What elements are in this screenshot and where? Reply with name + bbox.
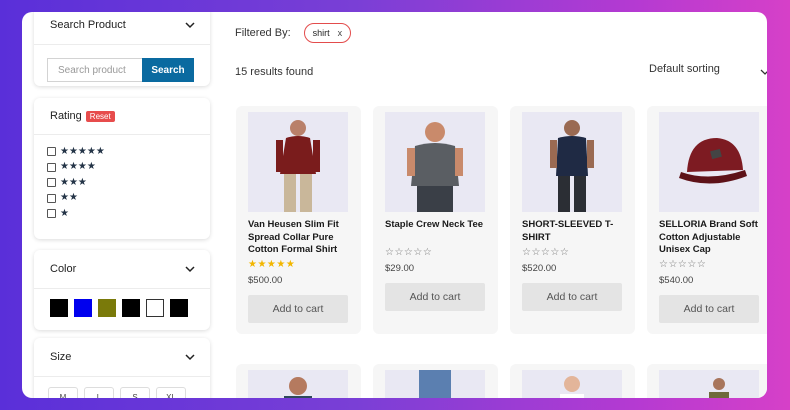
- size-options: M L S XL: [34, 377, 210, 398]
- add-to-cart-button[interactable]: Add to cart: [522, 283, 622, 311]
- product-price: $540.00: [659, 275, 694, 286]
- stars-3: ★★★: [60, 176, 87, 188]
- shop-window: Search Product Search Rating Reset ★★★★★…: [22, 12, 767, 398]
- stars-4: ★★★★: [60, 161, 96, 173]
- chevron-down-icon[interactable]: [184, 263, 196, 275]
- product-name[interactable]: SELLORIA Brand Soft Cotton Adjustable Un…: [659, 219, 767, 257]
- color-swatches: [34, 289, 210, 317]
- color-swatch[interactable]: [50, 299, 68, 317]
- product-name[interactable]: Van Heusen Slim Fit Spread Collar Pure C…: [248, 219, 360, 257]
- add-to-cart-button[interactable]: Add to cart: [248, 295, 348, 323]
- boy-portrait-image: [522, 370, 622, 398]
- checkbox[interactable]: [47, 193, 56, 203]
- rating-option-3[interactable]: ★★★: [47, 175, 210, 191]
- add-to-cart-button[interactable]: Add to cart: [385, 283, 485, 311]
- stars-2: ★★: [60, 192, 78, 204]
- stars-1: ★: [60, 207, 69, 219]
- product-image-shirt[interactable]: [248, 112, 348, 212]
- product-card[interactable]: [647, 364, 767, 398]
- color-title: Color: [50, 263, 77, 275]
- product-price: $500.00: [248, 275, 283, 286]
- jeans-image: [385, 370, 485, 398]
- size-header[interactable]: Size: [34, 338, 210, 377]
- product-image[interactable]: [522, 370, 622, 398]
- search-button[interactable]: Search: [142, 58, 194, 82]
- sorting-select[interactable]: Default sorting: [649, 63, 720, 75]
- product-name[interactable]: SHORT-SLEEVED T-SHIRT: [522, 219, 634, 244]
- filter-chip-label: shirt: [312, 28, 330, 38]
- rating-option-4[interactable]: ★★★★: [47, 160, 210, 176]
- checkbox[interactable]: [47, 178, 56, 188]
- man-portrait-image: [248, 370, 348, 398]
- product-card[interactable]: [236, 364, 361, 398]
- size-option-m[interactable]: M: [48, 387, 78, 398]
- rating-title: Rating: [50, 110, 82, 122]
- chevron-down-icon[interactable]: [184, 351, 196, 363]
- size-option-xl[interactable]: XL: [156, 387, 186, 398]
- product-card[interactable]: [373, 364, 498, 398]
- product-image[interactable]: [659, 370, 759, 398]
- color-swatch[interactable]: [146, 299, 164, 317]
- product-image-tshirt[interactable]: [522, 112, 622, 212]
- product-rating-stars: ☆☆☆☆☆: [385, 247, 433, 258]
- search-row: Search: [34, 45, 210, 82]
- chevron-down-icon[interactable]: [184, 19, 196, 31]
- product-rating-stars: ★★★★★: [248, 259, 296, 270]
- filter-bar: Filtered By: shirt x: [235, 23, 352, 43]
- product-name[interactable]: Staple Crew Neck Tee: [385, 219, 497, 232]
- size-card: Size M L S XL: [34, 338, 210, 398]
- color-swatch[interactable]: [170, 299, 188, 317]
- size-title: Size: [50, 351, 72, 363]
- product-rating-stars: ☆☆☆☆☆: [522, 247, 570, 258]
- maroon-cap-image: [659, 112, 759, 212]
- man-in-gray-tee-image: [385, 112, 485, 212]
- product-card[interactable]: Staple Crew Neck Tee ☆☆☆☆☆ $29.00 Add to…: [373, 106, 498, 334]
- chevron-down-icon[interactable]: [759, 66, 767, 78]
- product-image[interactable]: [385, 370, 485, 398]
- man-olive-shirt-image: [659, 370, 759, 398]
- product-rating-stars: ☆☆☆☆☆: [659, 259, 707, 270]
- product-price: $520.00: [522, 263, 557, 274]
- man-in-navy-tshirt-image: [522, 112, 622, 212]
- search-product-card: Search Product Search: [34, 12, 210, 86]
- rating-options: ★★★★★ ★★★★ ★★★ ★★ ★: [34, 135, 210, 222]
- rating-option-2[interactable]: ★★: [47, 191, 210, 207]
- product-image-tee[interactable]: [385, 112, 485, 212]
- rating-option-5[interactable]: ★★★★★: [47, 144, 210, 160]
- search-product-title: Search Product: [50, 19, 126, 31]
- close-icon[interactable]: x: [338, 28, 343, 38]
- color-card: Color: [34, 250, 210, 330]
- stars-5: ★★★★★: [60, 145, 105, 157]
- results-count: 15 results found: [235, 66, 314, 78]
- size-option-s[interactable]: S: [120, 387, 150, 398]
- product-card[interactable]: Van Heusen Slim Fit Spread Collar Pure C…: [236, 106, 361, 334]
- filtered-by-label: Filtered By:: [235, 27, 291, 39]
- search-product-header[interactable]: Search Product: [34, 12, 210, 45]
- checkbox[interactable]: [47, 209, 56, 219]
- product-image[interactable]: [248, 370, 348, 398]
- product-price: $29.00: [385, 263, 415, 274]
- filter-chip-shirt[interactable]: shirt x: [303, 23, 352, 43]
- add-to-cart-button[interactable]: Add to cart: [659, 295, 759, 323]
- product-card[interactable]: [510, 364, 635, 398]
- product-image-cap[interactable]: [659, 112, 759, 212]
- product-card[interactable]: SHORT-SLEEVED T-SHIRT ☆☆☆☆☆ $520.00 Add …: [510, 106, 635, 334]
- search-input[interactable]: [47, 58, 142, 82]
- rating-card: Rating Reset ★★★★★ ★★★★ ★★★ ★★ ★: [34, 98, 210, 239]
- rating-option-1[interactable]: ★: [47, 206, 210, 222]
- color-header[interactable]: Color: [34, 250, 210, 289]
- rating-header: Rating Reset: [34, 98, 210, 135]
- size-option-l[interactable]: L: [84, 387, 114, 398]
- color-swatch[interactable]: [98, 299, 116, 317]
- rating-reset-button[interactable]: Reset: [85, 110, 115, 122]
- checkbox[interactable]: [47, 147, 56, 157]
- man-in-maroon-shirt-image: [248, 112, 348, 212]
- product-card[interactable]: SELLORIA Brand Soft Cotton Adjustable Un…: [647, 106, 767, 334]
- checkbox[interactable]: [47, 162, 56, 172]
- color-swatch[interactable]: [74, 299, 92, 317]
- color-swatch[interactable]: [122, 299, 140, 317]
